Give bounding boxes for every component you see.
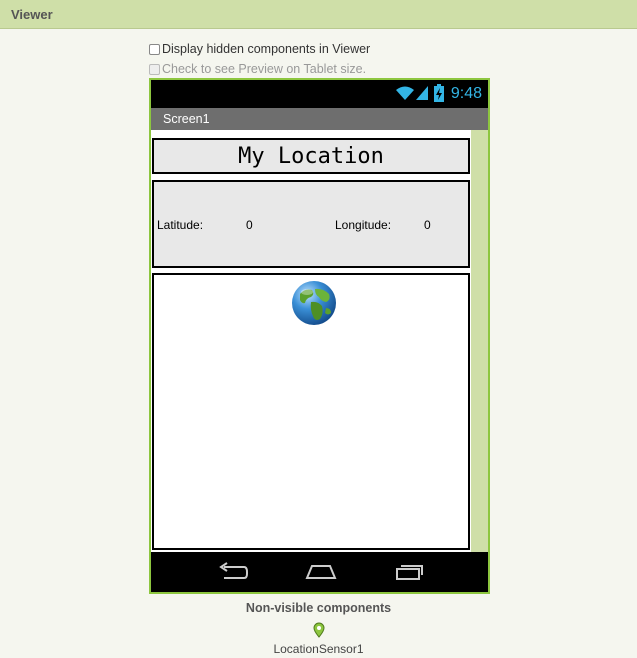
globe-icon <box>292 281 336 325</box>
latitude-value: 0 <box>246 218 253 232</box>
home-icon[interactable] <box>305 562 337 582</box>
phone-preview: 9:48 Screen1 My Location Latitude: 0 Lon… <box>149 78 490 594</box>
back-icon[interactable] <box>218 562 248 582</box>
battery-icon <box>434 84 444 102</box>
viewer-header: Viewer <box>0 0 637 29</box>
tablet-preview-checkbox[interactable] <box>149 63 160 75</box>
latitude-label: Latitude: <box>157 218 204 232</box>
tablet-preview-option[interactable]: Check to see Preview on Tablet size. <box>149 62 366 76</box>
tablet-preview-label: Check to see Preview on Tablet size. <box>162 62 367 76</box>
longitude-value: 0 <box>424 218 431 232</box>
non-visible-components-title: Non-visible components <box>245 601 392 615</box>
display-hidden-checkbox[interactable] <box>149 43 160 55</box>
display-hidden-option[interactable]: Display hidden components in Viewer <box>149 42 370 56</box>
location-title-text: My Location <box>238 143 384 169</box>
location-title-label[interactable]: My Location <box>152 138 470 174</box>
navigation-bar <box>151 552 488 592</box>
status-bar: 9:48 <box>151 80 488 108</box>
signal-icon <box>416 86 428 100</box>
viewer-title: Viewer <box>11 7 53 22</box>
display-hidden-label: Display hidden components in Viewer <box>162 42 371 56</box>
location-sensor-label[interactable]: LocationSensor1 <box>0 642 637 656</box>
location-pin-icon[interactable] <box>313 622 325 638</box>
longitude-label: Longitude: <box>335 218 392 232</box>
map-canvas[interactable] <box>152 273 470 550</box>
wifi-icon <box>396 86 414 100</box>
recent-apps-icon[interactable] <box>395 562 425 582</box>
screen-title-bar: Screen1 <box>151 108 488 130</box>
status-time: 9:48 <box>450 85 482 102</box>
scrollbar[interactable] <box>471 130 488 552</box>
coordinates-arrangement[interactable]: Latitude: 0 Longitude: 0 <box>152 180 470 268</box>
screen-title: Screen1 <box>163 112 210 126</box>
